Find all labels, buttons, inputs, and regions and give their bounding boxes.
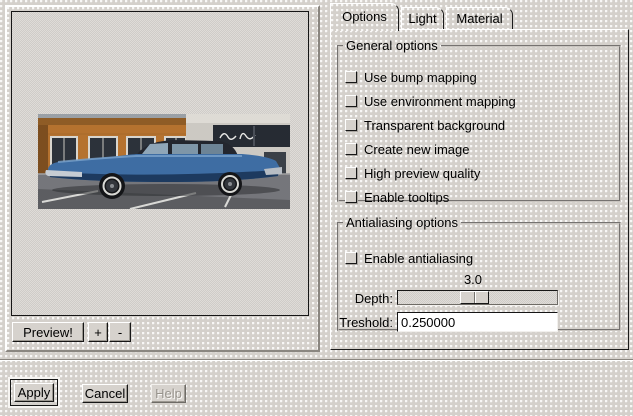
checkbox-use-bump-mapping[interactable]: Use bump mapping xyxy=(345,65,619,89)
lighting-effects-dialog: Preview! + - Options Light Material Gene… xyxy=(0,0,633,416)
tab-light[interactable]: Light xyxy=(401,7,444,29)
antialiasing-options-title: Antialiasing options xyxy=(343,215,461,230)
checkbox-icon xyxy=(345,191,357,203)
checkbox-icon xyxy=(345,95,357,107)
general-options-title: General options xyxy=(343,38,441,53)
checkbox-label: Transparent background xyxy=(364,118,505,133)
cancel-button[interactable]: Cancel xyxy=(82,384,128,403)
checkbox-icon xyxy=(345,252,357,264)
antialiasing-options-group: Antialiasing options Enable antialiasing… xyxy=(337,215,621,331)
zoom-out-button[interactable]: - xyxy=(109,322,131,342)
threshold-label: Treshold: xyxy=(339,315,393,330)
depth-label: Depth: xyxy=(339,291,393,306)
action-area-separator xyxy=(0,359,633,361)
threshold-input[interactable] xyxy=(397,312,558,332)
help-button: Help xyxy=(151,384,186,403)
tab-material[interactable]: Material xyxy=(446,7,513,29)
checkbox-enable-tooltips[interactable]: Enable tooltips xyxy=(345,185,619,209)
checkbox-label: Enable antialiasing xyxy=(364,251,473,266)
tab-material-label: Material xyxy=(456,11,502,26)
preview-button[interactable]: Preview! xyxy=(12,322,84,342)
checkbox-label: Create new image xyxy=(364,142,470,157)
checkbox-create-new-image[interactable]: Create new image xyxy=(345,137,619,161)
checkbox-use-environment-mapping[interactable]: Use environment mapping xyxy=(345,89,619,113)
tab-light-label: Light xyxy=(408,11,436,26)
checkbox-icon xyxy=(345,71,357,83)
checkbox-icon xyxy=(345,119,357,131)
checkbox-enable-antialiasing[interactable]: Enable antialiasing xyxy=(345,246,473,270)
checkbox-icon xyxy=(345,167,357,179)
checkbox-label: Use environment mapping xyxy=(364,94,516,109)
tab-options[interactable]: Options xyxy=(330,3,399,31)
zoom-in-button[interactable]: + xyxy=(88,322,108,342)
general-options-group: General options Use bump mapping Use env… xyxy=(337,38,621,202)
depth-slider-handle[interactable] xyxy=(460,291,489,304)
checkbox-label: High preview quality xyxy=(364,166,480,181)
checkbox-label: Use bump mapping xyxy=(364,70,477,85)
depth-value-label: 3.0 xyxy=(453,272,493,287)
default-button-ring: Apply xyxy=(10,379,58,406)
checkbox-transparent-background[interactable]: Transparent background xyxy=(345,113,619,137)
checkbox-icon xyxy=(345,143,357,155)
checkbox-label: Enable tooltips xyxy=(364,190,449,205)
checkbox-high-preview-quality[interactable]: High preview quality xyxy=(345,161,619,185)
tab-options-label: Options xyxy=(342,9,387,24)
apply-button[interactable]: Apply xyxy=(14,383,54,402)
depth-slider[interactable] xyxy=(397,290,558,305)
car-preview-image xyxy=(38,114,290,209)
